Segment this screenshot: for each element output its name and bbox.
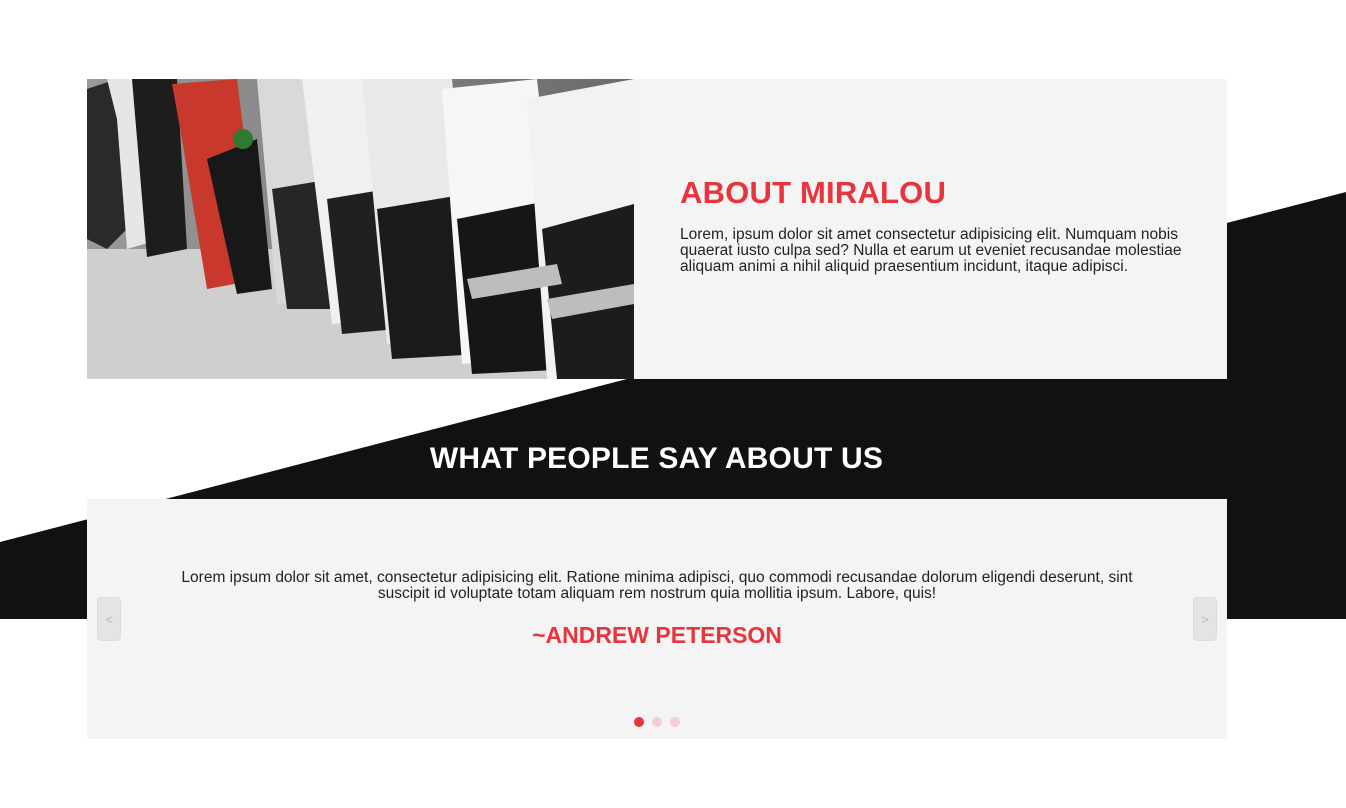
- sneakers-photo: [87, 79, 634, 379]
- carousel-indicators: [87, 717, 1227, 727]
- carousel-dot-2[interactable]: [652, 717, 662, 727]
- testimonials-heading: WHAT PEOPLE SAY ABOUT US: [429, 442, 884, 475]
- testimonial-carousel: < Lorem ipsum dolor sit amet, consectetu…: [87, 499, 1227, 739]
- carousel-dot-1[interactable]: [634, 717, 644, 727]
- about-description: Lorem, ipsum dolor sit amet consectetur …: [680, 226, 1182, 275]
- testimonial-quote: Lorem ipsum dolor sit amet, consectetur …: [181, 569, 1133, 602]
- carousel-dot-3[interactable]: [670, 717, 680, 727]
- carousel-next-button[interactable]: >: [1193, 597, 1217, 641]
- testimonial-author: ~ANDREW PETERSON: [532, 622, 782, 648]
- about-section: ABOUT MIRALOU Lorem, ipsum dolor sit ame…: [87, 79, 1227, 379]
- about-title: ABOUT MIRALOU: [680, 175, 947, 210]
- about-text-block: ABOUT MIRALOU Lorem, ipsum dolor sit ame…: [634, 79, 1227, 379]
